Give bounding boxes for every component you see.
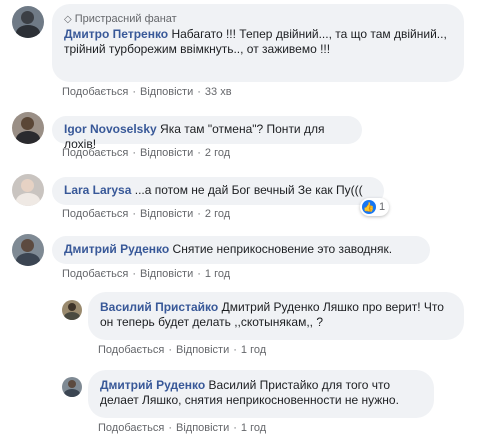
comment-author[interactable]: Дмитрий Руденко <box>100 378 205 392</box>
comment-author[interactable]: Василий Пристайко <box>100 300 218 314</box>
comment-bubble: ◇ Пристрасний фанат Дмитро Петренко Набаг… <box>52 4 464 82</box>
like-button[interactable]: Подобається <box>98 422 164 434</box>
comment-text: Снятие неприкосновение это заводняк. <box>172 242 393 256</box>
reply-button[interactable]: Відповісти <box>140 147 193 159</box>
like-button[interactable]: Подобається <box>62 147 128 159</box>
like-button[interactable]: Подобається <box>62 208 128 220</box>
comment-actions: Подобається · Відповісти · 33 хв <box>62 86 232 98</box>
like-icon: 👍 <box>362 200 376 214</box>
comment-timestamp[interactable]: 33 хв <box>205 86 232 98</box>
comment-bubble: Дмитрий Руденко Снятие неприкосновение э… <box>52 236 430 264</box>
top-fan-badge: ◇ Пристрасний фанат <box>64 13 177 25</box>
comment-actions: Подобається · Відповісти · 2 год <box>62 208 231 220</box>
comment-timestamp[interactable]: 2 год <box>205 208 230 220</box>
comment-bubble: Lara Larysa ...а потом не дай Бог вечный… <box>52 177 384 205</box>
reply-button[interactable]: Відповісти <box>140 86 193 98</box>
comment-actions: Подобається · Відповісти · 1 год <box>98 344 267 356</box>
comment-bubble: Василий Пристайко Дмитрий Руденко Ляшко … <box>88 292 464 340</box>
reply-button[interactable]: Відповісти <box>140 268 193 280</box>
comment-author[interactable]: Lara Larysa <box>64 183 131 197</box>
comment-timestamp[interactable]: 1 год <box>241 344 266 356</box>
comment-text: ...а потом не дай Бог вечный Зе как Пу((… <box>134 183 363 197</box>
comment-actions: Подобається · Відповісти · 1 год <box>98 422 267 434</box>
comment-timestamp[interactable]: 2 год <box>205 147 230 159</box>
like-button[interactable]: Подобається <box>62 268 128 280</box>
comment-author[interactable]: Igor Novoselsky <box>64 122 157 136</box>
comment-actions: Подобається · Відповісти · 2 год <box>62 147 231 159</box>
avatar[interactable] <box>62 300 82 320</box>
like-button[interactable]: Подобається <box>98 344 164 356</box>
like-button[interactable]: Подобається <box>62 86 128 98</box>
comment-author[interactable]: Дмитрий Руденко <box>64 242 169 256</box>
comment-bubble: Дмитрий Руденко Василий Пристайко для то… <box>88 370 434 418</box>
reply-button[interactable]: Відповісти <box>176 344 229 356</box>
comment-timestamp[interactable]: 1 год <box>205 268 230 280</box>
comment-timestamp[interactable]: 1 год <box>241 422 266 434</box>
reaction-count[interactable]: 👍 1 <box>360 198 390 216</box>
avatar[interactable] <box>62 377 82 397</box>
avatar[interactable] <box>12 234 44 266</box>
comment-author[interactable]: Дмитро Петренко <box>64 27 168 41</box>
diamond-icon: ◇ <box>64 14 72 25</box>
avatar[interactable] <box>12 174 44 206</box>
comment-actions: Подобається · Відповісти · 1 год <box>62 268 231 280</box>
avatar[interactable] <box>12 6 44 38</box>
reply-button[interactable]: Відповісти <box>176 422 229 434</box>
avatar[interactable] <box>12 112 44 144</box>
comment-bubble: Igor Novoselsky Яка там "отмена"? Понти … <box>52 116 362 151</box>
reply-button[interactable]: Відповісти <box>140 208 193 220</box>
